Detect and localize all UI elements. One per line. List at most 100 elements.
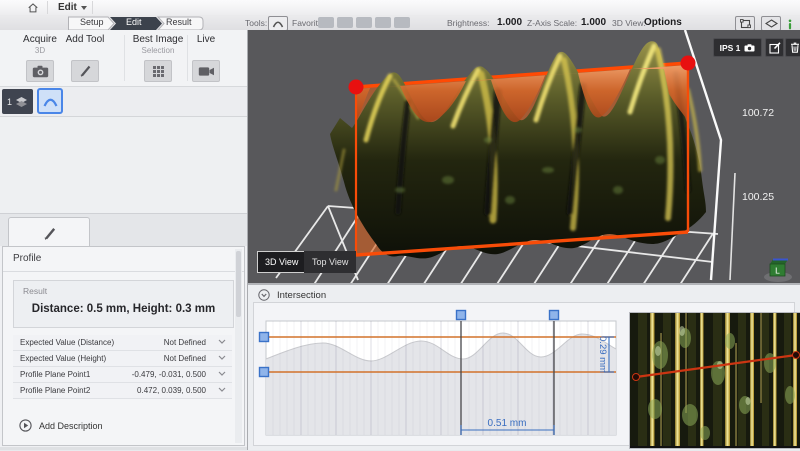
layer-index: 1 bbox=[7, 97, 12, 107]
3d-view-label: 3D View: bbox=[612, 18, 646, 28]
tab-result[interactable]: Result bbox=[166, 17, 192, 27]
row-label: Profile Plane Point1 bbox=[20, 370, 90, 379]
brightness-value[interactable]: 1.000 bbox=[497, 17, 522, 28]
grid-icon bbox=[152, 65, 165, 78]
row-plane-point1[interactable]: Profile Plane Point1 -0.479, -0.031, 0.5… bbox=[13, 367, 232, 383]
row-value: 0.472, 0.039, 0.500 bbox=[137, 386, 206, 395]
layer-strip: 1 bbox=[0, 87, 247, 117]
profile-tool-button[interactable] bbox=[268, 16, 288, 31]
tab-edit[interactable]: Edit bbox=[126, 17, 142, 27]
add-description-button[interactable]: Add Description bbox=[19, 419, 103, 432]
favorite-slot[interactable] bbox=[375, 17, 391, 28]
edit-square-icon bbox=[769, 42, 781, 54]
menubar-divider bbox=[47, 1, 48, 14]
camera-icon bbox=[744, 44, 755, 52]
profile-plot: 0.51 mm 0.29 mm bbox=[258, 309, 618, 443]
intersection-panel: Intersection bbox=[248, 283, 800, 450]
result-label: Result bbox=[23, 286, 47, 296]
row-value: Not Defined bbox=[164, 354, 206, 363]
favorite-slot[interactable] bbox=[318, 17, 334, 28]
3d-view-options[interactable]: Options bbox=[644, 17, 682, 28]
ips-label: IPS 1 bbox=[720, 43, 741, 53]
chevron-down-icon[interactable] bbox=[218, 371, 226, 376]
view-3d-label: 3D View bbox=[265, 257, 298, 267]
info-icon bbox=[786, 19, 794, 30]
best-image-button[interactable] bbox=[144, 60, 172, 82]
collapse-toggle-icon[interactable] bbox=[258, 289, 270, 301]
chevron-down-icon bbox=[81, 6, 87, 10]
intersection-title: Intersection bbox=[277, 290, 326, 301]
chevron-down-icon[interactable] bbox=[218, 339, 226, 344]
live-button[interactable] bbox=[192, 60, 220, 82]
row-expected-distance[interactable]: Expected Value (Distance) Not Defined bbox=[13, 335, 232, 351]
3d-viewport[interactable]: L 100.72 100.25 IPS 1 3D View Top View bbox=[248, 30, 800, 283]
profile-tool-thumbnail[interactable] bbox=[37, 88, 63, 114]
intersection-header[interactable]: Intersection bbox=[258, 289, 326, 301]
view-mode-top-button[interactable]: Top View bbox=[304, 251, 356, 273]
profile-panel-header: Profile bbox=[3, 247, 244, 272]
distance-measure-label: 0.51 mm bbox=[488, 418, 527, 429]
flat-view-button[interactable] bbox=[761, 16, 781, 31]
layers-icon bbox=[15, 96, 28, 108]
tab-setup[interactable]: Setup bbox=[80, 17, 104, 27]
plane-endpoint-handle-right[interactable] bbox=[681, 56, 696, 71]
app-menu-edit[interactable]: Edit bbox=[52, 0, 93, 15]
row-plane-point2[interactable]: Profile Plane Point2 0.472, 0.039, 0.500 bbox=[13, 383, 232, 399]
height-measure-label: 0.29 mm bbox=[597, 336, 608, 373]
chevron-down-icon[interactable] bbox=[218, 355, 226, 360]
favorite-slot[interactable] bbox=[394, 17, 410, 28]
3d-scene: L bbox=[248, 30, 800, 283]
orientation-cube[interactable]: L bbox=[764, 260, 792, 283]
favorite-slot[interactable] bbox=[337, 17, 353, 28]
home-icon bbox=[27, 2, 39, 14]
ips-capture-button[interactable]: IPS 1 bbox=[713, 38, 762, 57]
expand-play-icon bbox=[19, 419, 32, 432]
row-label: Profile Plane Point2 bbox=[20, 386, 90, 395]
result-box: Result Distance: 0.5 mm, Height: 0.3 mm bbox=[13, 280, 234, 328]
pencil-icon bbox=[78, 64, 92, 78]
chevron-down-icon[interactable] bbox=[218, 387, 226, 392]
camera-icon bbox=[32, 65, 49, 78]
profile-curve-icon bbox=[43, 96, 58, 107]
z-axis-label-upper: 100.72 bbox=[742, 107, 774, 119]
height-handle-lower[interactable] bbox=[260, 368, 269, 377]
home-button[interactable] bbox=[22, 1, 44, 14]
result-value: Distance: 0.5 mm, Height: 0.3 mm bbox=[14, 303, 233, 315]
acquire-title: Acquire bbox=[23, 34, 57, 45]
brightness-label: Brightness: bbox=[447, 18, 490, 28]
acquire-3d-button[interactable] bbox=[26, 60, 54, 82]
texture-image bbox=[630, 313, 800, 446]
add-tool-button[interactable] bbox=[71, 60, 99, 82]
cursor-handle-left[interactable] bbox=[457, 311, 466, 320]
row-value: -0.479, -0.031, 0.500 bbox=[132, 370, 206, 379]
scrollbar-thumb[interactable] bbox=[236, 251, 241, 317]
row-expected-height[interactable]: Expected Value (Height) Not Defined bbox=[13, 351, 232, 367]
delete-button[interactable] bbox=[785, 38, 800, 57]
z-scale-value[interactable]: 1.000 bbox=[581, 17, 606, 28]
plane-endpoint-handle-left[interactable] bbox=[349, 80, 364, 95]
profile-settings-panel: Profile Result Distance: 0.5 mm, Height:… bbox=[2, 246, 245, 446]
height-handle-upper[interactable] bbox=[260, 333, 269, 342]
edit-tool-tab[interactable] bbox=[8, 217, 90, 248]
profile-line-endpoint bbox=[633, 374, 640, 381]
tool-list-empty-area bbox=[0, 117, 247, 214]
live-title: Live bbox=[197, 34, 215, 45]
profile-scrollbar[interactable] bbox=[235, 249, 242, 443]
pencil-icon bbox=[42, 226, 57, 241]
layer-item-1[interactable]: 1 bbox=[2, 89, 33, 114]
row-label: Expected Value (Height) bbox=[20, 354, 106, 363]
best-image-subtitle: Selection bbox=[142, 46, 175, 55]
edit-capture-button[interactable] bbox=[765, 38, 784, 57]
fit-view-button[interactable] bbox=[735, 16, 755, 31]
cursor-handle-right[interactable] bbox=[550, 311, 559, 320]
view-top-label: Top View bbox=[312, 257, 348, 267]
favorite-slot[interactable] bbox=[356, 17, 372, 28]
menu-bar: Edit bbox=[0, 0, 800, 16]
row-label: Expected Value (Distance) bbox=[20, 338, 114, 347]
acquire-subtitle: 3D bbox=[35, 46, 45, 55]
orientation-cube-label: L bbox=[775, 266, 780, 276]
plane-diamond-icon bbox=[765, 19, 778, 28]
trash-icon bbox=[790, 42, 800, 53]
view-mode-3d-button[interactable]: 3D View bbox=[257, 251, 306, 273]
texture-preview bbox=[629, 312, 800, 449]
